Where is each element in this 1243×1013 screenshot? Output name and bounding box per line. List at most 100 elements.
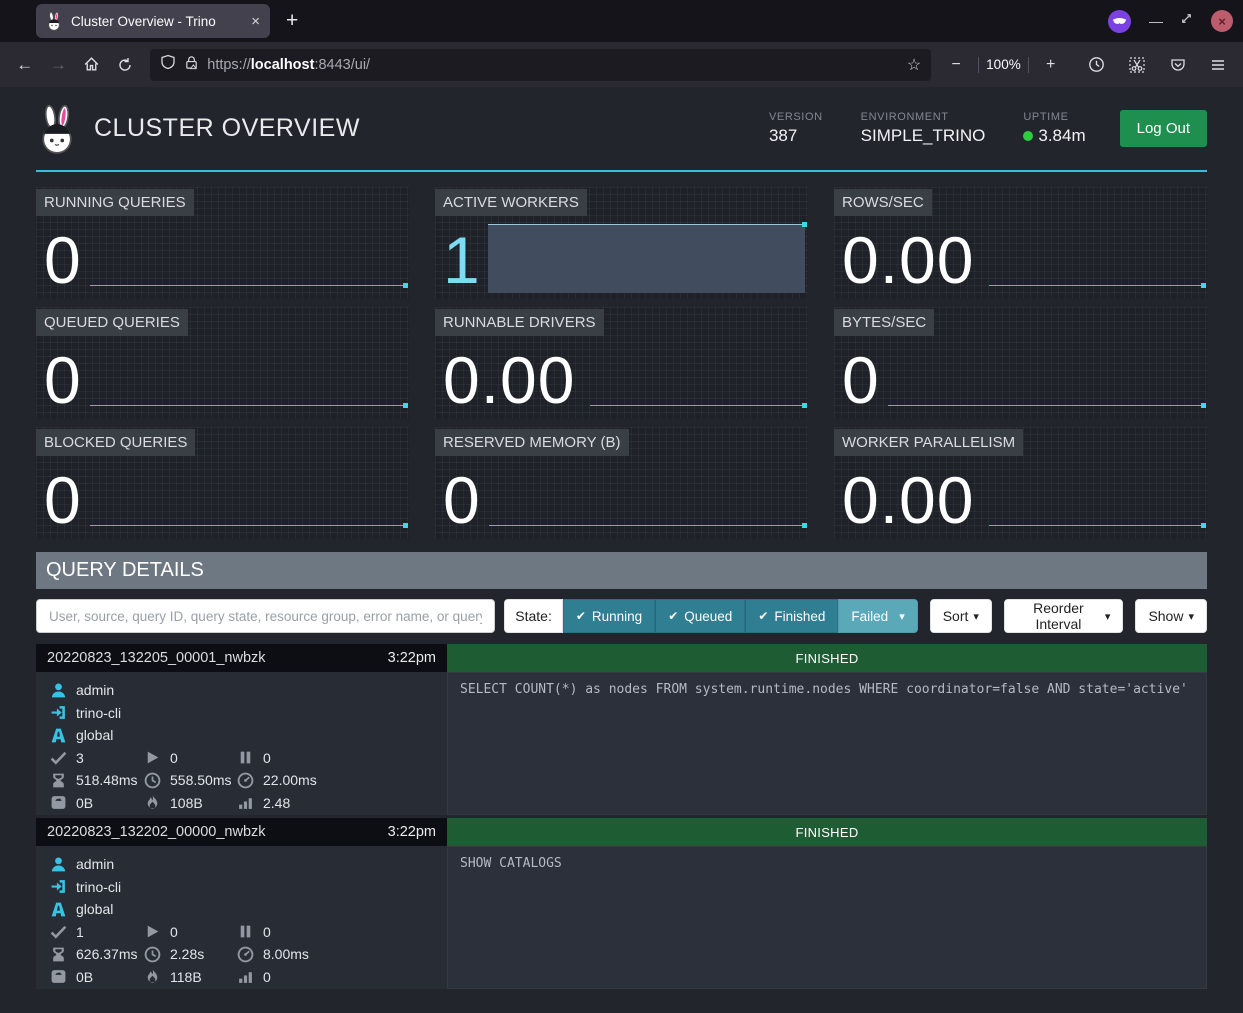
tile-value: 0 [44, 467, 82, 533]
sparkline [989, 285, 1204, 287]
pocket-icon[interactable] [1163, 50, 1193, 80]
tile-label: ROWS/SEC [834, 189, 932, 216]
query-header: 20220823_132202_00000_nwbzk 3:22pm FINIS… [36, 818, 1207, 846]
zoom-controls: − 100% + [941, 50, 1066, 80]
caret-down-icon: ▾ [1188, 610, 1194, 623]
sparkline-dot [1201, 523, 1206, 528]
reload-button[interactable] [111, 50, 141, 80]
tile-label: RUNNING QUERIES [36, 189, 194, 216]
tile-running-queries: RUNNING QUERIES 0 [36, 187, 409, 299]
check-icon [50, 923, 67, 940]
query-id-link[interactable]: 20220823_132202_00000_nwbzk [47, 824, 266, 840]
private-browsing-icon [1108, 10, 1131, 33]
caret-down-icon: ▾ [973, 610, 979, 623]
running-splits: 0 [144, 923, 237, 940]
resource-group-road-icon [50, 901, 67, 918]
query-header: 20220823_132205_00001_nwbzk 3:22pm FINIS… [36, 644, 1207, 672]
queued-splits: 0 [237, 749, 447, 766]
state-finished-button[interactable]: ✔ Finished [745, 599, 838, 633]
sparkline-dot [403, 283, 408, 288]
queued-splits: 0 [237, 923, 447, 940]
chart-bars-icon [237, 794, 254, 811]
sparkline-dot [802, 222, 807, 227]
running-splits: 0 [144, 749, 237, 766]
tab-close-icon[interactable]: × [251, 13, 260, 30]
url-text: https://localhost:8443/ui/ [207, 57, 899, 73]
caret-down-icon: ▾ [899, 610, 905, 623]
clock-icon [144, 946, 161, 963]
history-clock-icon[interactable] [1082, 50, 1112, 80]
completed-splits: 1 [50, 923, 144, 940]
zoom-out-button[interactable]: − [941, 50, 971, 80]
query-sql-text: SHOW CATALOGS [447, 846, 1207, 989]
show-dropdown[interactable]: Show ▾ [1135, 599, 1207, 633]
sparkline [989, 525, 1204, 527]
query-search-input[interactable] [36, 599, 495, 633]
url-bar[interactable]: https://localhost:8443/ui/ ☆ [150, 49, 931, 81]
current-memory: 0B [50, 794, 144, 811]
check-icon: ✔ [668, 609, 678, 623]
query-id-link[interactable]: 20220823_132205_00001_nwbzk [47, 650, 266, 666]
new-tab-button[interactable]: + [286, 9, 298, 33]
reorder-interval-dropdown[interactable]: Reorder Interval ▾ [1004, 599, 1124, 633]
sparkline [90, 405, 406, 407]
peak-memory: 108B [144, 794, 237, 811]
tile-value: 1 [443, 227, 481, 293]
query-filter-toolbar: State: ✔ Running ✔ Queued ✔ Finished Fai… [36, 599, 1207, 633]
tracking-shield-icon[interactable] [160, 54, 176, 75]
tile-active-workers: ACTIVE WORKERS 1 [435, 187, 808, 299]
user-icon [50, 856, 67, 873]
tile-value: 0.00 [842, 467, 974, 533]
query-memory-row: 0B 118B 0 [50, 966, 447, 989]
pause-icon [237, 749, 254, 766]
tile-blocked-queries: BLOCKED QUERIES 0 [36, 427, 409, 539]
tile-runnable-drivers: RUNNABLE DRIVERS 0.00 [435, 307, 808, 419]
forward-button[interactable]: → [44, 50, 74, 80]
bookmark-star-icon[interactable]: ☆ [907, 55, 921, 75]
sparkline-area [488, 224, 805, 293]
query-source-row: trino-cli [50, 876, 447, 899]
uptime-meta: UPTIME 3.84m [1023, 111, 1085, 146]
sparkline [590, 405, 805, 407]
query-memory-row: 0B 108B 2.48 [50, 792, 447, 815]
tile-label: RESERVED MEMORY (B) [435, 429, 629, 456]
query-source-row: trino-cli [50, 702, 447, 725]
source-login-icon [50, 878, 67, 895]
query-times-row: 518.48ms 558.50ms 22.00ms [50, 769, 447, 792]
logout-button[interactable]: Log Out [1120, 110, 1207, 147]
completed-splits: 3 [50, 749, 144, 766]
page-title: CLUSTER OVERVIEW [94, 114, 360, 143]
cluster-hud: RUNNING QUERIES 0 ACTIVE WORKERS 1 ROWS/… [36, 187, 1207, 539]
check-icon [50, 749, 67, 766]
play-icon [144, 923, 161, 940]
sort-dropdown[interactable]: Sort ▾ [930, 599, 992, 633]
query-splits-row: 1 0 0 [50, 921, 447, 944]
query-row: 20220823_132202_00000_nwbzk 3:22pm FINIS… [36, 818, 1207, 989]
query-stats-panel: admin trino-cli global 3 [36, 672, 447, 815]
trino-favicon-icon [46, 12, 62, 30]
tile-rows-sec: ROWS/SEC 0.00 [834, 187, 1207, 299]
tile-label: QUEUED QUERIES [36, 309, 188, 336]
query-status-badge: FINISHED [447, 818, 1207, 846]
browser-nav-bar: ← → https://localhost:8443/ui/ ☆ − 100% … [0, 42, 1243, 87]
elapsed-time: 2.28s [144, 946, 237, 963]
window-close-button[interactable]: × [1211, 10, 1233, 32]
hourglass-icon [50, 772, 67, 789]
zoom-in-button[interactable]: + [1036, 50, 1066, 80]
window-minimize-button[interactable]: — [1149, 13, 1162, 29]
home-button[interactable] [77, 50, 107, 80]
state-failed-dropdown[interactable]: Failed ▾ [838, 599, 917, 633]
lock-warning-icon[interactable] [184, 55, 199, 75]
browser-tab[interactable]: Cluster Overview - Trino × [36, 4, 270, 38]
screenshot-scissors-icon[interactable] [1122, 50, 1152, 80]
state-running-button[interactable]: ✔ Running [563, 599, 655, 633]
back-button[interactable]: ← [10, 50, 40, 80]
peak-memory: 118B [144, 968, 237, 985]
menu-hamburger-icon[interactable] [1203, 50, 1233, 80]
state-queued-button[interactable]: ✔ Queued [655, 599, 745, 633]
pause-icon [237, 923, 254, 940]
zoom-level[interactable]: 100% [986, 57, 1021, 72]
version-label: VERSION [769, 111, 823, 123]
window-restore-button[interactable] [1180, 12, 1193, 30]
query-time: 3:22pm [388, 650, 436, 666]
